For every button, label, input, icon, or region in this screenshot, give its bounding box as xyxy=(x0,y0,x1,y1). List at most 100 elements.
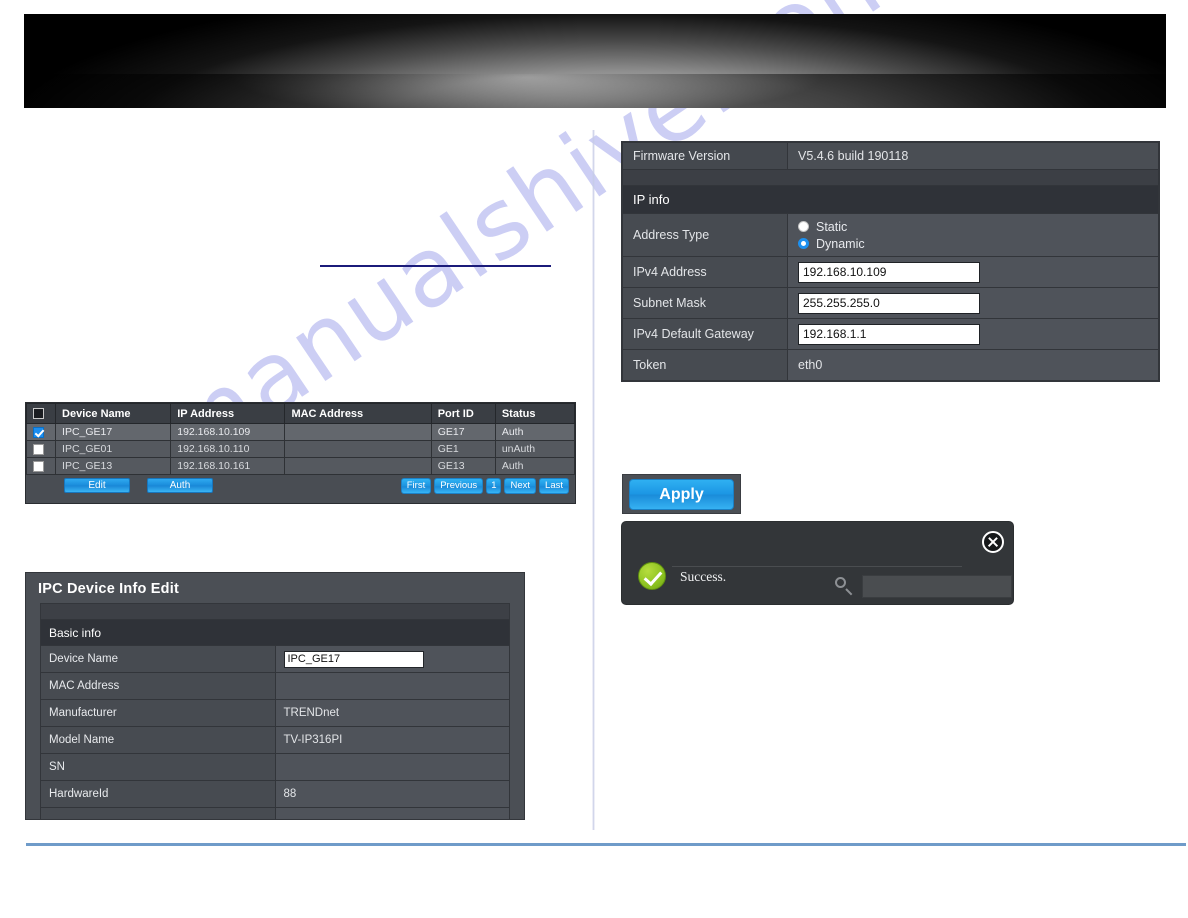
select-all-checkbox[interactable] xyxy=(33,408,44,420)
value-mac-address xyxy=(274,672,510,700)
basic-info-section-label: Basic info xyxy=(40,619,510,646)
ip-info-section-label: IP info xyxy=(622,185,1159,214)
radio-option-static[interactable]: Static xyxy=(798,218,1148,235)
ipv4-default-gateway-input[interactable] xyxy=(798,323,980,345)
cell-ip-address: 192.168.10.110 xyxy=(170,440,286,458)
column-header-device-name: Device Name xyxy=(55,403,172,424)
column-header-mac-address: MAC Address xyxy=(284,403,432,424)
ipv4-address-input[interactable] xyxy=(798,261,980,283)
label-hardware-id: HardwareId xyxy=(40,780,276,808)
search-icon xyxy=(835,577,846,588)
table-row[interactable]: IPC_GE17 192.168.10.109 GE17 Auth xyxy=(25,423,576,441)
cell-device-name: IPC_GE01 xyxy=(55,440,172,458)
edit-panel-spacer xyxy=(40,603,510,619)
device-name-input[interactable] xyxy=(283,650,424,668)
label-truncated xyxy=(40,807,276,819)
cell-port-id: GE1 xyxy=(430,440,496,458)
device-table: Device Name IP Address MAC Address Port … xyxy=(25,403,576,475)
panel-gap xyxy=(622,169,1159,186)
cell-mac-address xyxy=(284,440,432,458)
table-header-row: Device Name IP Address MAC Address Port … xyxy=(25,403,576,424)
auth-button[interactable]: Auth xyxy=(147,478,213,493)
row-checkbox-cell[interactable] xyxy=(25,423,57,441)
field-row-ipv4-default-gateway: IPv4 Default Gateway xyxy=(622,318,1159,350)
basic-info-table: Basic info Device Name MAC Address Manuf… xyxy=(40,619,510,819)
cell-ip-address: 192.168.10.161 xyxy=(170,457,286,475)
select-all-header[interactable] xyxy=(25,403,57,424)
pager-first-button[interactable]: First xyxy=(400,478,432,494)
success-message: Success. xyxy=(680,569,727,584)
field-row-truncated xyxy=(40,807,510,819)
row-checkbox[interactable] xyxy=(33,426,44,438)
ip-info-section-row: IP info xyxy=(622,185,1159,214)
value-manufacturer: TRENDnet xyxy=(274,699,510,727)
label-manufacturer: Manufacturer xyxy=(40,699,276,727)
label-sn: SN xyxy=(40,753,276,781)
row-checkbox[interactable] xyxy=(33,460,44,472)
subnet-mask-input[interactable] xyxy=(798,292,980,314)
page-root: manualshive.com Device Name IP Address M… xyxy=(0,0,1188,918)
navy-divider-rule xyxy=(320,265,551,267)
pagination: First Previous 1 Next Last xyxy=(400,478,569,494)
radio-option-dynamic[interactable]: Dynamic xyxy=(798,235,1148,252)
field-row-sn: SN xyxy=(40,753,510,781)
cell-status: Auth xyxy=(494,457,576,475)
value-hardware-id: 88 xyxy=(274,780,510,808)
cell-mac-address xyxy=(284,423,432,441)
panel-gap-row xyxy=(622,169,1159,186)
label-ipv4-default-gateway: IPv4 Default Gateway xyxy=(622,318,788,350)
basic-info-section-row: Basic info xyxy=(40,619,510,646)
apply-button-container: Apply xyxy=(622,474,741,514)
label-model-name: Model Name xyxy=(40,726,276,754)
row-checkbox-cell[interactable] xyxy=(25,440,57,458)
ip-info-panel: Firmware Version V5.4.6 build 190118 IP … xyxy=(621,141,1160,382)
vertical-divider xyxy=(592,130,595,830)
pager-page-1-button[interactable]: 1 xyxy=(486,478,502,494)
apply-button[interactable]: Apply xyxy=(629,478,734,510)
column-header-ip-address: IP Address xyxy=(170,403,286,424)
cell-status: unAuth xyxy=(494,440,576,458)
success-dialog: Success. xyxy=(621,521,1014,605)
cell-status: Auth xyxy=(494,423,576,441)
field-row-manufacturer: Manufacturer TRENDnet xyxy=(40,699,510,727)
label-subnet-mask: Subnet Mask xyxy=(622,287,788,319)
value-firmware-version: V5.4.6 build 190118 xyxy=(787,142,1159,170)
value-ipv4-default-gateway xyxy=(787,318,1159,350)
radio-dynamic-icon[interactable] xyxy=(798,238,809,249)
value-device-name xyxy=(274,645,510,673)
label-token: Token xyxy=(622,349,788,381)
close-icon[interactable] xyxy=(982,531,1004,553)
field-row-subnet-mask: Subnet Mask xyxy=(622,287,1159,319)
radio-static-icon[interactable] xyxy=(798,221,809,232)
pager-last-button[interactable]: Last xyxy=(539,478,569,494)
pager-next-button[interactable]: Next xyxy=(504,478,537,494)
field-row-address-type: Address Type Static Dynamic xyxy=(622,213,1159,257)
device-table-footer: Edit Auth First Previous 1 Next Last xyxy=(26,475,575,503)
field-row-hardware-id: HardwareId 88 xyxy=(40,780,510,808)
header-banner xyxy=(24,14,1166,108)
ip-info-table: Firmware Version V5.4.6 build 190118 IP … xyxy=(622,142,1159,381)
cell-port-id: GE17 xyxy=(430,423,496,441)
row-checkbox[interactable] xyxy=(33,443,44,455)
table-row[interactable]: IPC_GE01 192.168.10.110 GE1 unAuth xyxy=(25,440,576,458)
value-subnet-mask xyxy=(787,287,1159,319)
table-row[interactable]: IPC_GE13 192.168.10.161 GE13 Auth xyxy=(25,457,576,475)
value-ipv4-address xyxy=(787,256,1159,288)
value-sn xyxy=(274,753,510,781)
column-header-status: Status xyxy=(494,403,576,424)
cell-device-name: IPC_GE13 xyxy=(55,457,172,475)
success-check-icon xyxy=(638,562,666,590)
field-row-model-name: Model Name TV-IP316PI xyxy=(40,726,510,754)
field-row-ipv4-address: IPv4 Address xyxy=(622,256,1159,288)
label-mac-address: MAC Address xyxy=(40,672,276,700)
value-token: eth0 xyxy=(787,349,1159,381)
column-header-port-id: Port ID xyxy=(430,403,496,424)
pager-previous-button[interactable]: Previous xyxy=(434,478,484,494)
row-checkbox-cell[interactable] xyxy=(25,457,57,475)
label-firmware-version: Firmware Version xyxy=(622,142,788,170)
edit-button[interactable]: Edit xyxy=(64,478,130,493)
device-table-panel: Device Name IP Address MAC Address Port … xyxy=(25,402,576,504)
search-input[interactable] xyxy=(862,575,1012,598)
label-device-name: Device Name xyxy=(40,645,276,673)
radio-dynamic-label: Dynamic xyxy=(816,236,865,251)
